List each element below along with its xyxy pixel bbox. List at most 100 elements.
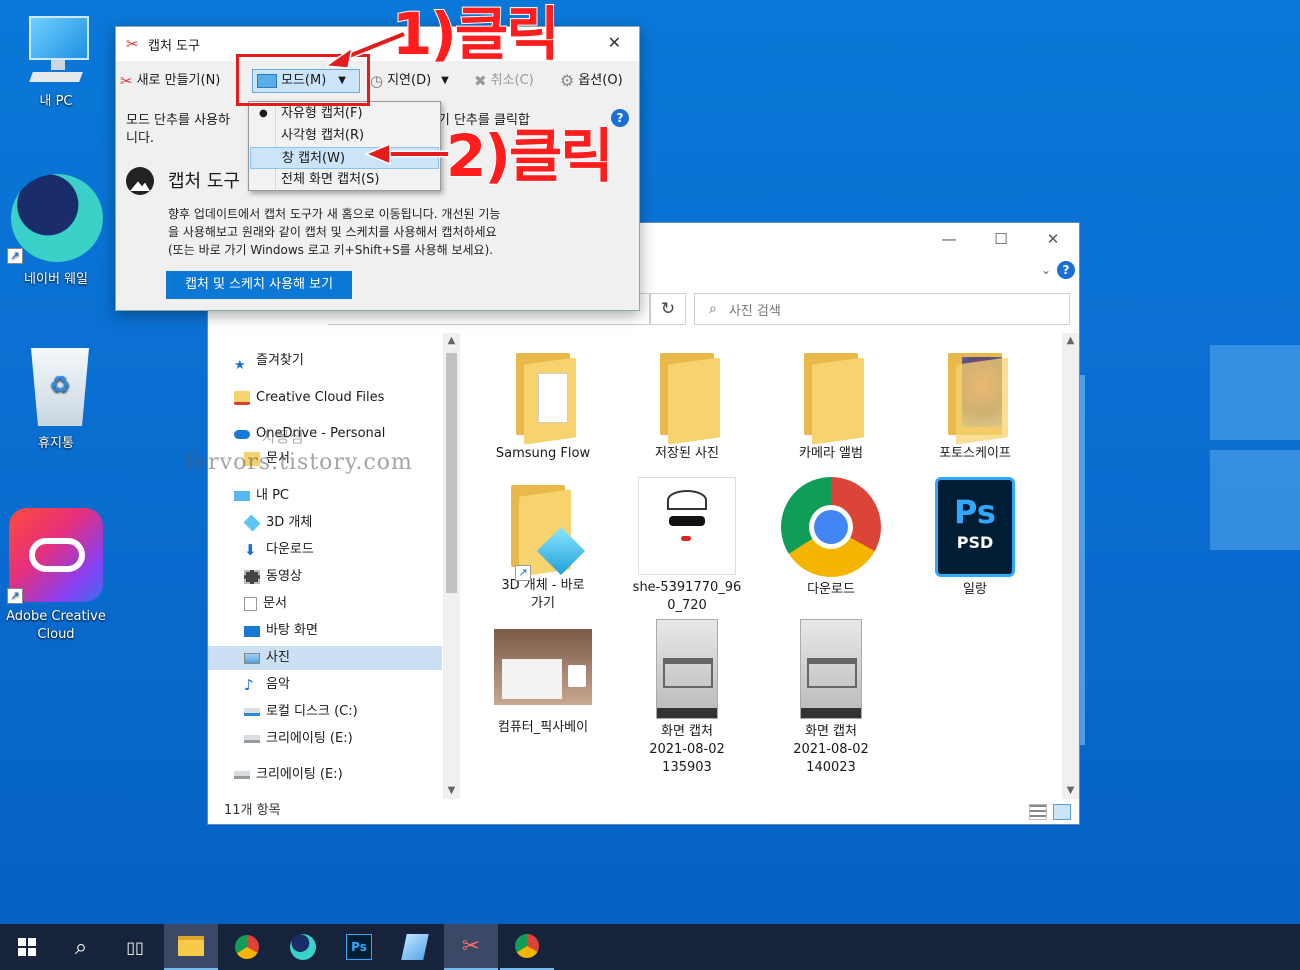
bullet-icon: ● [259, 108, 268, 119]
file-item-downloads[interactable]: 다운로드 [766, 477, 896, 599]
taskbar-chrome[interactable] [220, 924, 274, 970]
folder-icon [652, 353, 722, 445]
nav-item-documents[interactable]: 문서 [244, 592, 287, 616]
help-icon[interactable]: ? [1057, 261, 1075, 279]
file-item-she-image[interactable]: she-5391770_960_720 [622, 477, 752, 615]
computer-icon [21, 14, 91, 86]
scissors-icon: ✂ [461, 933, 481, 959]
chrome-icon [235, 935, 259, 959]
picture-icon [244, 652, 260, 664]
nav-item-drive-e[interactable]: 크리에이팅 (E:) [244, 727, 353, 751]
sketch-image-thumbnail [638, 477, 736, 575]
taskbar-snipping-tool[interactable]: ✂ [444, 924, 498, 970]
download-arrow-icon: ⬇ [244, 541, 257, 559]
file-list: Samsung Flow 저장된 사진 카메라 앨범 포토스케이프 ↗ 3D 개… [466, 333, 1078, 803]
ribbon-expand-icon[interactable]: ⌄ [1041, 263, 1051, 277]
cancel-x-icon: ✖ [474, 72, 487, 90]
scroll-down-icon[interactable]: ▼ [1062, 783, 1079, 799]
large-icons-view-icon[interactable] [1053, 804, 1071, 820]
notepad-icon [401, 934, 429, 960]
screenshot-thumbnail [800, 619, 862, 719]
taskbar: ⌕ ▯▯ Ps ✂ [0, 924, 1300, 970]
options-button[interactable]: ⚙ 옵션(O) [560, 69, 623, 93]
snip-close-button[interactable]: ✕ [608, 33, 621, 52]
new-snip-button[interactable]: ✂ 새로 만들기(N) [120, 69, 220, 93]
scroll-down-icon[interactable]: ▼ [443, 783, 460, 799]
menu-item-free-form[interactable]: ● 자유형 캡처(F) [250, 103, 439, 125]
nav-item-drive-e-root[interactable]: 크리에이팅 (E:) [234, 763, 343, 787]
snip-body-text: 향후 업데이트에서 캡처 도구가 새 홈으로 이동됩니다. 개선된 기능 을 사… [168, 207, 501, 257]
help-icon[interactable]: ? [611, 109, 629, 127]
nav-item-videos[interactable]: 동영상 [244, 565, 302, 589]
nav-item-local-disk-c[interactable]: 로컬 디스크 (C:) [244, 700, 358, 724]
nav-item-this-pc[interactable]: 내 PC [234, 484, 289, 508]
refresh-button[interactable]: ↻ [650, 293, 686, 325]
recycle-bin-icon: ♻ [21, 342, 91, 428]
file-item-computer-pixabay[interactable]: 컴퓨터_픽사베이 [478, 629, 608, 737]
details-view-icon[interactable] [1029, 804, 1047, 820]
start-button[interactable] [0, 924, 54, 970]
file-item-screenshot-135903[interactable]: 화면 캡처 2021-08-02 135903 [622, 619, 752, 777]
taskbar-app-5[interactable] [388, 924, 442, 970]
nav-scrollbar[interactable]: ▲ ▼ [443, 333, 460, 799]
menu-item-full-screen[interactable]: 전체 화면 캡처(S) [250, 169, 439, 191]
file-item-screenshot-140023[interactable]: 화면 캡처 2021-08-02 140023 [766, 619, 896, 777]
desktop-icon-recycle-bin[interactable]: ♻ 휴지통 [6, 342, 106, 451]
scroll-up-icon[interactable]: ▲ [1062, 333, 1079, 349]
file-item-3d-shortcut[interactable]: ↗ 3D 개체 - 바로 가기 [478, 485, 608, 613]
nav-item-downloads[interactable]: ⬇ 다운로드 [244, 538, 314, 562]
search-input[interactable]: ⌕ 사진 검색 [694, 293, 1070, 325]
creative-cloud-icon: ↗ [7, 506, 105, 604]
file-item-camera-album[interactable]: 카메라 앨범 [766, 353, 896, 463]
search-button[interactable]: ⌕ [54, 924, 108, 970]
taskbar-whale[interactable] [276, 924, 330, 970]
file-item-samsung-flow[interactable]: Samsung Flow [478, 353, 608, 463]
taskbar-file-explorer[interactable] [164, 924, 218, 970]
file-item-saved-pictures[interactable]: 저장된 사진 [622, 353, 752, 463]
nav-item-pictures[interactable]: 사진 [244, 646, 290, 670]
annotation-arrow-2 [364, 142, 448, 166]
minimize-button[interactable]: — [923, 223, 975, 255]
star-icon: ★ [234, 358, 246, 373]
film-icon [244, 570, 260, 584]
content-scrollbar[interactable]: ▲ ▼ [1062, 333, 1079, 799]
close-button[interactable]: ✕ [1027, 223, 1079, 255]
desktop-icon-label: 네이버 웨일 [24, 272, 88, 287]
snip-title: 캡처 도구 [148, 39, 200, 54]
maximize-button[interactable]: ☐ [975, 223, 1027, 255]
desktop-icon-naver-whale[interactable]: ↗ 네이버 웨일 [6, 172, 106, 287]
chrome-icon [515, 934, 539, 958]
nav-item-desktop[interactable]: 바탕 화면 [244, 619, 318, 643]
try-snip-sketch-button[interactable]: 캡처 및 스케치 사용해 보기 [166, 271, 352, 299]
search-icon: ⌕ [74, 934, 88, 960]
desktop-icon-my-pc[interactable]: 내 PC [6, 14, 106, 109]
taskbar-chrome-2[interactable] [500, 924, 554, 970]
folder-icon [940, 353, 1010, 445]
desktop-icon-label: 내 PC [39, 94, 73, 109]
document-icon [244, 597, 257, 611]
cancel-snip-button[interactable]: ✖ 취소(C) [474, 69, 534, 93]
nav-item-favorites[interactable]: ★ 즐겨찾기 [234, 349, 304, 373]
photoshop-icon: Ps [346, 934, 372, 960]
folder-icon [508, 353, 578, 445]
file-item-illang[interactable]: Ps PSD 일랑 [910, 477, 1040, 599]
drive-icon [234, 771, 250, 779]
taskbar-photoshop[interactable]: Ps [332, 924, 386, 970]
nav-scroll-thumb[interactable] [446, 353, 457, 593]
gear-icon: ⚙ [560, 71, 575, 90]
desktop-icon-adobe-cc[interactable]: ↗ Adobe Creative Cloud [6, 506, 106, 644]
chrome-icon [781, 477, 881, 577]
task-view-button[interactable]: ▯▯ [108, 924, 162, 970]
nav-item-music[interactable]: ♪ 음악 [244, 673, 290, 697]
file-item-photoscape[interactable]: 포토스케이프 [910, 353, 1040, 463]
nav-item-3d-objects[interactable]: 3D 개체 [243, 511, 312, 535]
folder-shortcut-icon: ↗ [493, 485, 593, 585]
annotation-step2: 2)클릭 [445, 122, 615, 190]
folder-icon [178, 936, 204, 956]
nav-item-onedrive[interactable]: OneDrive - Personal [234, 422, 385, 446]
chevron-down-icon[interactable]: ▼ [441, 69, 449, 93]
nav-item-creative-cloud[interactable]: Creative Cloud Files [234, 386, 384, 410]
scroll-up-icon[interactable]: ▲ [443, 333, 460, 349]
search-icon: ⌕ [709, 301, 717, 317]
annotation-step1: 1)클릭 [391, 0, 561, 68]
